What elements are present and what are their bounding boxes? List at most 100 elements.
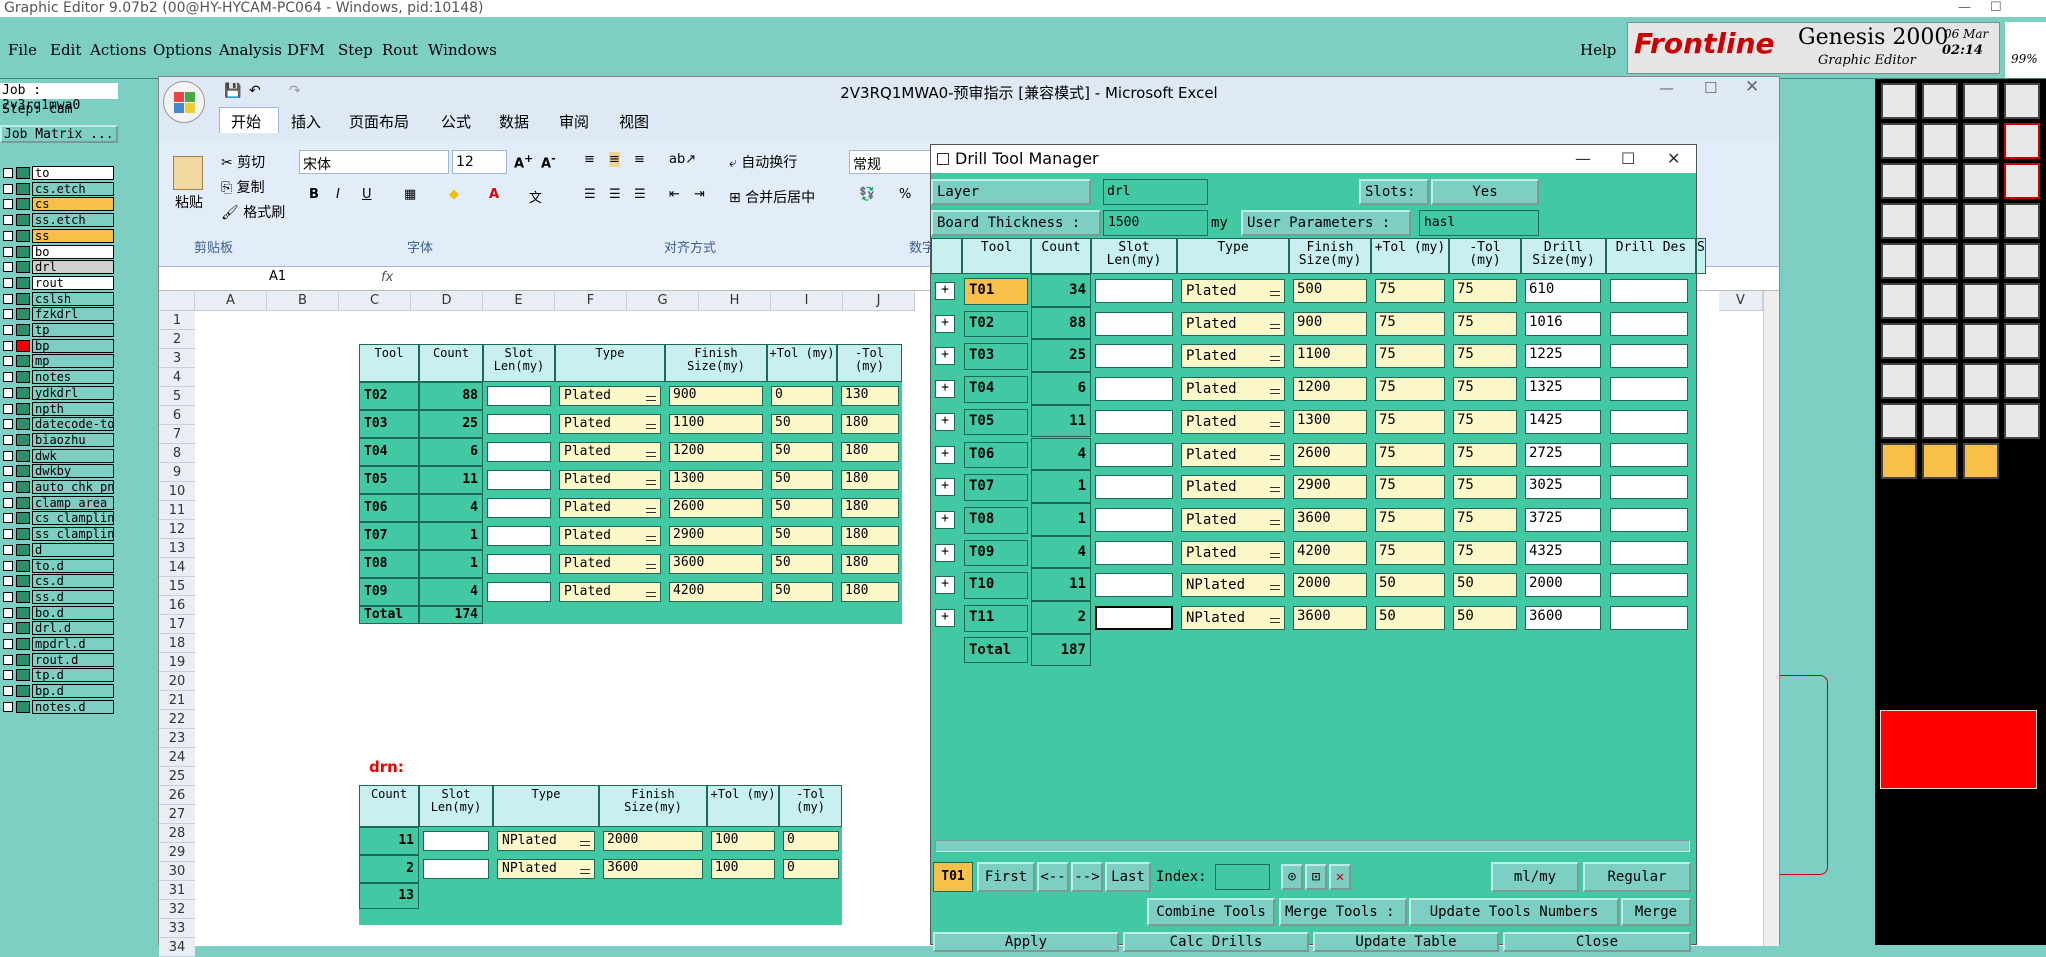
row-header[interactable]: 22 (159, 710, 195, 729)
slot-len-input[interactable] (1095, 311, 1173, 336)
type-select[interactable]: Plated (559, 442, 661, 462)
layer-name[interactable]: bo (32, 244, 114, 259)
finish-size-input[interactable]: 500 (1293, 279, 1367, 303)
excel-maximize-icon[interactable]: ☐ (1704, 79, 1717, 97)
layer-name[interactable]: to (32, 166, 114, 180)
redo-icon[interactable]: ↷ (289, 83, 301, 99)
dtm-refresh-icon[interactable]: ⊡ (1305, 864, 1327, 890)
drill-des-input[interactable] (1610, 311, 1688, 336)
select-icon[interactable] (1963, 203, 1999, 239)
row-header[interactable]: 12 (159, 520, 195, 539)
layer-checkbox[interactable] (3, 686, 13, 697)
name-box[interactable]: A1 (219, 269, 369, 289)
drill-des-input[interactable] (1610, 475, 1688, 500)
orientation-icon[interactable]: ab↗ (669, 152, 696, 167)
layer-checkbox[interactable] (3, 482, 13, 492)
layer-checkbox[interactable] (3, 403, 13, 414)
layer-row[interactable]: to.d (0, 558, 118, 574)
fx-icon[interactable]: fx (381, 270, 393, 285)
maximize-icon[interactable]: ☐ (1990, 0, 2002, 16)
type-select[interactable]: Plated (559, 386, 661, 406)
drill-des-input[interactable] (1610, 442, 1688, 467)
route-icon[interactable] (1963, 283, 1999, 319)
row-header[interactable]: 5 (159, 387, 195, 406)
minus-tol-input[interactable]: 75 (1453, 311, 1517, 336)
menu-help[interactable]: Help (1580, 41, 1616, 59)
layer-name[interactable]: ss_clampline (32, 527, 114, 542)
minus-tol-input[interactable]: 180 (841, 526, 899, 546)
minus-tol-input[interactable]: 180 (841, 582, 899, 602)
layer-row[interactable]: cs.etch (0, 181, 118, 197)
wrap-text-button[interactable]: ⤶ 自动换行 (729, 152, 797, 172)
row-header[interactable]: 28 (159, 824, 195, 843)
align-left-icon[interactable]: ☰ (584, 187, 596, 202)
layer-name[interactable]: dwk (32, 448, 114, 463)
font-size-select[interactable]: 12 (452, 150, 507, 174)
layer-checkbox[interactable] (3, 544, 13, 555)
finish-size-input[interactable]: 1100 (669, 414, 763, 434)
row-header[interactable]: 19 (159, 653, 195, 672)
layer-name[interactable]: rout.d (32, 652, 114, 667)
plus-tol-input[interactable]: 75 (1375, 311, 1445, 336)
drill-des-input[interactable] (1610, 344, 1688, 369)
drill-size-input[interactable]: 2000 (1525, 573, 1601, 598)
layer-checkbox[interactable] (3, 230, 13, 241)
tab-formulas[interactable]: 公式 (441, 111, 471, 132)
layer-checkbox[interactable] (3, 199, 13, 210)
drill-des-input[interactable] (1610, 540, 1688, 565)
text-c-icon[interactable] (1963, 403, 1999, 439)
type-select[interactable]: Plated (559, 470, 661, 490)
expand-row-icon[interactable]: + (935, 347, 955, 366)
column-header[interactable]: Finish Size(my) (599, 785, 707, 827)
layer-name[interactable]: mpdrl.d (32, 637, 114, 651)
layer-name[interactable]: bo.d (32, 605, 114, 620)
row-header[interactable]: 17 (159, 615, 195, 634)
column-header[interactable]: Tool (962, 238, 1031, 274)
layer-row[interactable]: mp (0, 353, 118, 369)
type-select[interactable]: NPlated (497, 859, 595, 879)
finish-size-input[interactable]: 1200 (669, 442, 763, 462)
column-header[interactable]: E (483, 291, 555, 311)
layer-row[interactable]: notes (0, 369, 118, 385)
layer-row[interactable]: npth (0, 401, 118, 417)
layer-name[interactable]: cslsh (32, 291, 114, 306)
layer-name[interactable]: bp (32, 338, 114, 353)
layer-row[interactable]: datecode-to (0, 416, 118, 432)
dtm-mode-select[interactable]: Regular (1583, 862, 1691, 892)
tab-page-layout[interactable]: 页面布局 (349, 111, 409, 132)
column-header[interactable]: Finish Size(my) (1289, 238, 1371, 274)
slash-icon[interactable] (1881, 323, 1917, 359)
layer-name[interactable]: bp.d (32, 684, 114, 699)
layer-checkbox[interactable] (3, 168, 13, 178)
dtm-index-input[interactable] (1215, 864, 1270, 890)
row-header[interactable]: 14 (159, 558, 195, 577)
minus-tol-input[interactable]: 75 (1453, 507, 1517, 532)
pad-icon[interactable] (2004, 203, 2040, 239)
dtm-merge-select[interactable]: Update Tools Numbers (1409, 898, 1619, 926)
bold-icon[interactable]: B (309, 187, 319, 202)
expand-row-icon[interactable]: + (935, 282, 955, 300)
dim-icon[interactable] (1922, 363, 1958, 399)
column-header[interactable]: Slot Len(my) (1091, 238, 1177, 274)
line-icon[interactable] (1922, 243, 1958, 279)
row-header[interactable]: 33 (159, 919, 195, 938)
minus-tol-input[interactable]: 180 (841, 470, 899, 490)
type-select[interactable]: Plated (1181, 507, 1285, 532)
menu-file[interactable]: File (8, 41, 37, 59)
drill-des-input[interactable] (1610, 573, 1688, 598)
indent-decrease-icon[interactable]: ⇤ (669, 187, 680, 202)
office-button[interactable] (163, 81, 205, 123)
cut-button[interactable]: ✂ 剪切 (221, 152, 265, 172)
layer-name[interactable]: cs.d (32, 574, 114, 589)
minus-tol-input[interactable]: 180 (841, 498, 899, 518)
layer-name[interactable]: npth (32, 401, 114, 416)
snap-icon[interactable] (2004, 163, 2040, 199)
row-header[interactable]: 10 (159, 482, 195, 501)
column-header[interactable]: V (1719, 291, 1763, 311)
font-name-select[interactable]: 宋体 (299, 150, 449, 174)
layer-checkbox[interactable] (3, 497, 13, 508)
layer-checkbox[interactable] (3, 670, 13, 681)
pointer-b-icon[interactable] (1881, 443, 1917, 479)
drill-size-input[interactable]: 1016 (1525, 311, 1601, 336)
layer-row[interactable]: rout.d (0, 652, 118, 668)
